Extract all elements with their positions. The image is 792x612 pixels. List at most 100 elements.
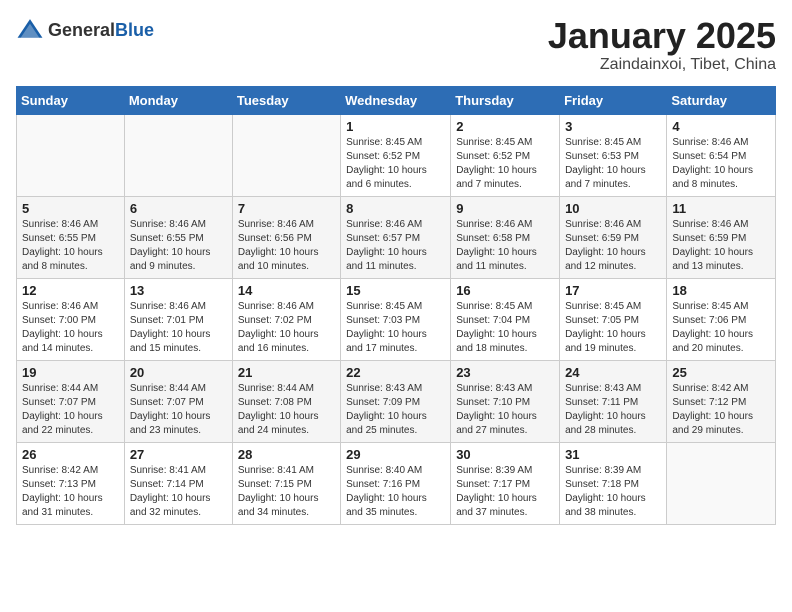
day-info: Sunrise: 8:42 AM Sunset: 7:12 PM Dayligh… <box>672 382 770 438</box>
calendar-cell: 8 Sunrise: 8:46 AM Sunset: 6:57 PM Daylig… <box>341 196 451 278</box>
day-info: Sunrise: 8:46 AM Sunset: 6:55 PM Dayligh… <box>130 218 227 274</box>
day-number: 21 <box>238 365 335 380</box>
calendar-cell: 15Sunrise: 8:45 AM Sunset: 7:03 PM Dayli… <box>341 278 451 360</box>
day-number: 19 <box>22 365 119 380</box>
day-number: 5 <box>22 201 119 216</box>
weekday-saturday: Saturday <box>667 86 776 114</box>
day-info: Sunrise: 8:41 AM Sunset: 7:14 PM Dayligh… <box>130 464 227 520</box>
calendar-cell <box>17 114 125 196</box>
calendar-cell: 27 Sunrise: 8:41 AM Sunset: 7:14 PM Dayli… <box>124 442 232 524</box>
day-info: Sunrise: 8:45 AM Sunset: 7:03 PM Dayligh… <box>346 300 445 356</box>
day-info: Sunrise: 8:45 AM Sunset: 6:53 PM Dayligh… <box>565 136 661 192</box>
calendar-cell: 21 Sunrise: 8:44 AM Sunset: 7:08 PM Dayli… <box>232 360 340 442</box>
day-number: 6 <box>130 201 227 216</box>
day-info: Sunrise: 8:46 AM Sunset: 7:02 PM Dayligh… <box>238 300 335 356</box>
calendar-cell: 19 Sunrise: 8:44 AM Sunset: 7:07 PM Dayli… <box>17 360 125 442</box>
day-number: 1 <box>346 119 445 134</box>
calendar-cell: 25 Sunrise: 8:42 AM Sunset: 7:12 PM Dayli… <box>667 360 776 442</box>
day-info: Sunrise: 8:46 AM Sunset: 6:58 PM Dayligh… <box>456 218 554 274</box>
logo-icon <box>16 16 44 44</box>
day-number: 12 <box>22 283 119 298</box>
day-number: 25 <box>672 365 770 380</box>
day-info: Sunrise: 8:44 AM Sunset: 7:08 PM Dayligh… <box>238 382 335 438</box>
weekday-thursday: Thursday <box>451 86 560 114</box>
calendar-cell: 14Sunrise: 8:46 AM Sunset: 7:02 PM Dayli… <box>232 278 340 360</box>
weekday-wednesday: Wednesday <box>341 86 451 114</box>
logo-text: GeneralBlue <box>48 20 154 41</box>
day-number: 20 <box>130 365 227 380</box>
day-info: Sunrise: 8:39 AM Sunset: 7:18 PM Dayligh… <box>565 464 661 520</box>
calendar-cell: 28 Sunrise: 8:41 AM Sunset: 7:15 PM Dayli… <box>232 442 340 524</box>
day-info: Sunrise: 8:46 AM Sunset: 6:59 PM Dayligh… <box>565 218 661 274</box>
calendar-cell: 3 Sunrise: 8:45 AM Sunset: 6:53 PM Daylig… <box>560 114 667 196</box>
weekday-monday: Monday <box>124 86 232 114</box>
calendar-week-3: 12 Sunrise: 8:46 AM Sunset: 7:00 PM Dayli… <box>17 278 776 360</box>
day-info: Sunrise: 8:44 AM Sunset: 7:07 PM Dayligh… <box>22 382 119 438</box>
day-info: Sunrise: 8:42 AM Sunset: 7:13 PM Dayligh… <box>22 464 119 520</box>
calendar-week-5: 26 Sunrise: 8:42 AM Sunset: 7:13 PM Dayli… <box>17 442 776 524</box>
day-info: Sunrise: 8:43 AM Sunset: 7:09 PM Dayligh… <box>346 382 445 438</box>
location: Zaindainxoi, Tibet, China <box>548 56 776 74</box>
day-number: 27 <box>130 447 227 462</box>
weekday-friday: Friday <box>560 86 667 114</box>
calendar-cell: 6 Sunrise: 8:46 AM Sunset: 6:55 PM Daylig… <box>124 196 232 278</box>
day-number: 26 <box>22 447 119 462</box>
logo-general: General <box>48 20 115 40</box>
calendar-cell: 9 Sunrise: 8:46 AM Sunset: 6:58 PM Daylig… <box>451 196 560 278</box>
calendar-week-2: 5 Sunrise: 8:46 AM Sunset: 6:55 PM Daylig… <box>17 196 776 278</box>
calendar-week-1: 1 Sunrise: 8:45 AM Sunset: 6:52 PM Daylig… <box>17 114 776 196</box>
day-number: 31 <box>565 447 661 462</box>
calendar-cell <box>232 114 340 196</box>
day-number: 24 <box>565 365 661 380</box>
day-info: Sunrise: 8:45 AM Sunset: 7:04 PM Dayligh… <box>456 300 554 356</box>
calendar-body: 1 Sunrise: 8:45 AM Sunset: 6:52 PM Daylig… <box>17 114 776 524</box>
weekday-header-row: SundayMondayTuesdayWednesdayThursdayFrid… <box>17 86 776 114</box>
day-number: 30 <box>456 447 554 462</box>
day-number: 16 <box>456 283 554 298</box>
calendar-cell: 10 Sunrise: 8:46 AM Sunset: 6:59 PM Dayli… <box>560 196 667 278</box>
day-info: Sunrise: 8:45 AM Sunset: 7:06 PM Dayligh… <box>672 300 770 356</box>
day-number: 8 <box>346 201 445 216</box>
day-number: 17 <box>565 283 661 298</box>
day-info: Sunrise: 8:46 AM Sunset: 6:57 PM Dayligh… <box>346 218 445 274</box>
logo: GeneralBlue <box>16 16 154 44</box>
calendar-cell: 2Sunrise: 8:45 AM Sunset: 6:52 PM Daylig… <box>451 114 560 196</box>
calendar-cell: 7 Sunrise: 8:46 AM Sunset: 6:56 PM Daylig… <box>232 196 340 278</box>
calendar-cell: 12 Sunrise: 8:46 AM Sunset: 7:00 PM Dayli… <box>17 278 125 360</box>
day-number: 4 <box>672 119 770 134</box>
day-info: Sunrise: 8:41 AM Sunset: 7:15 PM Dayligh… <box>238 464 335 520</box>
day-number: 13 <box>130 283 227 298</box>
day-info: Sunrise: 8:46 AM Sunset: 7:00 PM Dayligh… <box>22 300 119 356</box>
logo-blue: Blue <box>115 20 154 40</box>
calendar-cell: 31 Sunrise: 8:39 AM Sunset: 7:18 PM Dayli… <box>560 442 667 524</box>
day-info: Sunrise: 8:40 AM Sunset: 7:16 PM Dayligh… <box>346 464 445 520</box>
calendar-week-4: 19 Sunrise: 8:44 AM Sunset: 7:07 PM Dayli… <box>17 360 776 442</box>
day-number: 18 <box>672 283 770 298</box>
day-info: Sunrise: 8:46 AM Sunset: 7:01 PM Dayligh… <box>130 300 227 356</box>
day-info: Sunrise: 8:43 AM Sunset: 7:10 PM Dayligh… <box>456 382 554 438</box>
day-number: 22 <box>346 365 445 380</box>
day-number: 7 <box>238 201 335 216</box>
weekday-sunday: Sunday <box>17 86 125 114</box>
month-title: January 2025 <box>548 16 776 56</box>
calendar-cell <box>667 442 776 524</box>
day-info: Sunrise: 8:46 AM Sunset: 6:56 PM Dayligh… <box>238 218 335 274</box>
calendar-cell: 26 Sunrise: 8:42 AM Sunset: 7:13 PM Dayli… <box>17 442 125 524</box>
calendar-cell <box>124 114 232 196</box>
day-number: 9 <box>456 201 554 216</box>
calendar-cell: 17Sunrise: 8:45 AM Sunset: 7:05 PM Dayli… <box>560 278 667 360</box>
weekday-tuesday: Tuesday <box>232 86 340 114</box>
calendar-cell: 30 Sunrise: 8:39 AM Sunset: 7:17 PM Dayli… <box>451 442 560 524</box>
day-info: Sunrise: 8:46 AM Sunset: 6:54 PM Dayligh… <box>672 136 770 192</box>
day-number: 23 <box>456 365 554 380</box>
day-info: Sunrise: 8:39 AM Sunset: 7:17 PM Dayligh… <box>456 464 554 520</box>
day-number: 3 <box>565 119 661 134</box>
page-header: GeneralBlue January 2025 Zaindainxoi, Ti… <box>16 16 776 74</box>
day-number: 28 <box>238 447 335 462</box>
calendar-cell: 18 Sunrise: 8:45 AM Sunset: 7:06 PM Dayli… <box>667 278 776 360</box>
calendar-cell: 4 Sunrise: 8:46 AM Sunset: 6:54 PM Daylig… <box>667 114 776 196</box>
calendar-cell: 29Sunrise: 8:40 AM Sunset: 7:16 PM Dayli… <box>341 442 451 524</box>
calendar-cell: 11Sunrise: 8:46 AM Sunset: 6:59 PM Dayli… <box>667 196 776 278</box>
day-info: Sunrise: 8:45 AM Sunset: 6:52 PM Dayligh… <box>456 136 554 192</box>
day-number: 10 <box>565 201 661 216</box>
